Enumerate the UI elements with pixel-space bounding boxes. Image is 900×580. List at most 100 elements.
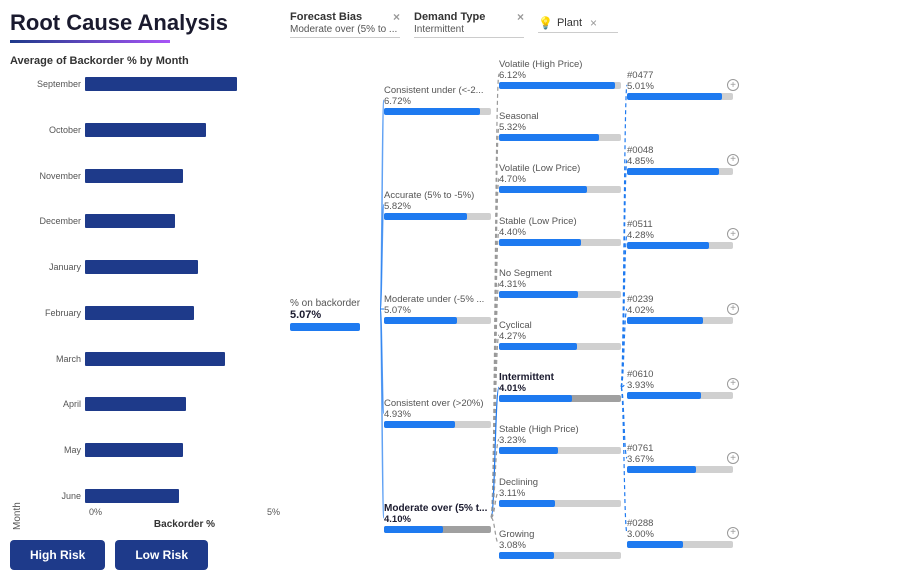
demand-type-item[interactable]: Stable (High Price)3.23% [499, 424, 621, 454]
wf-bar-fill [384, 108, 480, 115]
chart-title: Average of Backorder % by Month [10, 55, 280, 67]
forecast-bias-close[interactable]: × [393, 10, 400, 24]
demand-type-close[interactable]: × [517, 10, 524, 24]
wf-bar-fill [627, 541, 683, 548]
wf-bar-track [627, 93, 733, 100]
wf-item-value: 4.85% [627, 156, 733, 167]
x-axis: 0% 5% [23, 507, 280, 517]
wf-item-label: Moderate over (5% t... [384, 503, 491, 514]
wf-bar-fill [627, 317, 703, 324]
wf-bar-track [499, 500, 621, 507]
demand-type-item[interactable]: Volatile (High Price)6.12% [499, 59, 621, 89]
wf-bar-fill [499, 552, 554, 559]
demand-type-item[interactable]: Intermittent4.01% [499, 372, 621, 402]
demand-type-item[interactable]: Stable (Low Price)4.40% [499, 216, 621, 246]
bar-label: January [23, 262, 85, 272]
bar-track [85, 260, 280, 274]
bar-fill [85, 489, 179, 503]
bar-fill [85, 352, 225, 366]
wf-item-label: #0288 [627, 518, 733, 529]
bar-row: March [23, 350, 280, 368]
expand-plus-icon[interactable]: + [727, 527, 739, 539]
wf-bar-track [384, 108, 491, 115]
wf-item-value: 4.70% [499, 174, 621, 185]
forecast-bias-item[interactable]: Moderate under (-5% ...5.07% [384, 294, 491, 324]
wf-item-value: 6.12% [499, 70, 621, 81]
plant-item[interactable]: #06103.93%+ [627, 369, 733, 399]
plant-item[interactable]: #07613.67%+ [627, 443, 733, 473]
bar-row: November [23, 167, 280, 185]
plant-item[interactable]: #02883.00%+ [627, 518, 733, 548]
wf-item-label: Growing [499, 529, 621, 540]
wf-bar-fill [499, 82, 615, 89]
expand-plus-icon[interactable]: + [727, 303, 739, 315]
demand-type-item[interactable]: Declining3.11% [499, 477, 621, 507]
bar-track [85, 489, 280, 503]
demand-type-item[interactable]: No Segment4.31% [499, 268, 621, 298]
wf-bar-track [499, 239, 621, 246]
wf-bar-fill [499, 343, 577, 350]
wf-item-value: 3.23% [499, 435, 621, 446]
wf-bar-track [627, 242, 733, 249]
bar-label: November [23, 171, 85, 181]
demand-type-item[interactable]: Seasonal5.32% [499, 111, 621, 141]
high-risk-button[interactable]: High Risk [10, 540, 105, 570]
wf-item-label: #0048 [627, 145, 733, 156]
plant-item[interactable]: #04775.01%+ [627, 70, 733, 100]
demand-type-item[interactable]: Volatile (Low Price)4.70% [499, 163, 621, 193]
wf-bar-fill [384, 213, 467, 220]
expand-plus-icon[interactable]: + [727, 452, 739, 464]
bar-track [85, 443, 280, 457]
right-panel: Forecast Bias × Moderate over (5% to ...… [280, 10, 890, 570]
wf-bar-fill [499, 500, 555, 507]
wf-item-label: Intermittent [499, 372, 621, 383]
expand-plus-icon[interactable]: + [727, 228, 739, 240]
wf-item-label: #0761 [627, 443, 733, 454]
wf-bar-fill [384, 317, 457, 324]
forecast-bias-item[interactable]: Moderate over (5% t...4.10% [384, 503, 491, 533]
wf-item-value: 4.01% [499, 383, 621, 394]
demand-type-column: Volatile (High Price)6.12% Seasonal5.32% V… [495, 48, 625, 570]
forecast-bias-item[interactable]: Consistent over (>20%)4.93% [384, 398, 491, 428]
wf-item-label: Seasonal [499, 111, 621, 122]
plant-item[interactable]: #05114.28%+ [627, 219, 733, 249]
expand-plus-icon[interactable]: + [727, 378, 739, 390]
expand-plus-icon[interactable]: + [727, 154, 739, 166]
forecast-bias-filter[interactable]: Forecast Bias × Moderate over (5% to ... [290, 10, 400, 38]
plant-close[interactable]: × [590, 16, 597, 30]
wf-item-value: 4.28% [627, 230, 733, 241]
wf-item-label: Stable (Low Price) [499, 216, 621, 227]
plant-item[interactable]: #02394.02%+ [627, 294, 733, 324]
bar-row: June [23, 487, 280, 505]
bar-label: April [23, 399, 85, 409]
wf-item-value: 3.08% [499, 540, 621, 551]
wf-item-value: 3.67% [627, 454, 733, 465]
wf-item-value: 4.93% [384, 409, 491, 420]
forecast-bias-item[interactable]: Accurate (5% to -5%)5.82% [384, 190, 491, 220]
buttons-row: High Risk Low Risk [10, 540, 280, 570]
demand-type-item[interactable]: Cyclical4.27% [499, 320, 621, 350]
plant-label: Plant [557, 17, 582, 29]
plant-filter[interactable]: 💡 Plant × [538, 16, 618, 33]
forecast-bias-column: Consistent under (<-2...6.72% Accurate (5… [380, 48, 495, 570]
plant-item[interactable]: #00484.85%+ [627, 145, 733, 175]
wf-item-value: 4.02% [627, 305, 733, 316]
bar-label: February [23, 308, 85, 318]
demand-type-item[interactable]: Growing3.08% [499, 529, 621, 559]
expand-plus-icon[interactable]: + [727, 79, 739, 91]
root-node: % on backorder 5.07% [290, 48, 380, 570]
demand-type-filter[interactable]: Demand Type × Intermittent [414, 10, 524, 38]
wf-bar-fill [499, 186, 587, 193]
filters-row: Forecast Bias × Moderate over (5% to ...… [290, 10, 890, 38]
wf-item-label: Volatile (Low Price) [499, 163, 621, 174]
bar-fill [85, 77, 237, 91]
bar-row: September [23, 75, 280, 93]
wf-item-label: Cyclical [499, 320, 621, 331]
waterfall-area: % on backorder 5.07% Consistent under (<… [290, 48, 890, 570]
wf-bar-fill [499, 134, 599, 141]
bar-track [85, 169, 280, 183]
plant-bulb-icon: 💡 [538, 16, 553, 30]
low-risk-button[interactable]: Low Risk [115, 540, 208, 570]
wf-item-value: 3.00% [627, 529, 733, 540]
forecast-bias-item[interactable]: Consistent under (<-2...6.72% [384, 85, 491, 115]
